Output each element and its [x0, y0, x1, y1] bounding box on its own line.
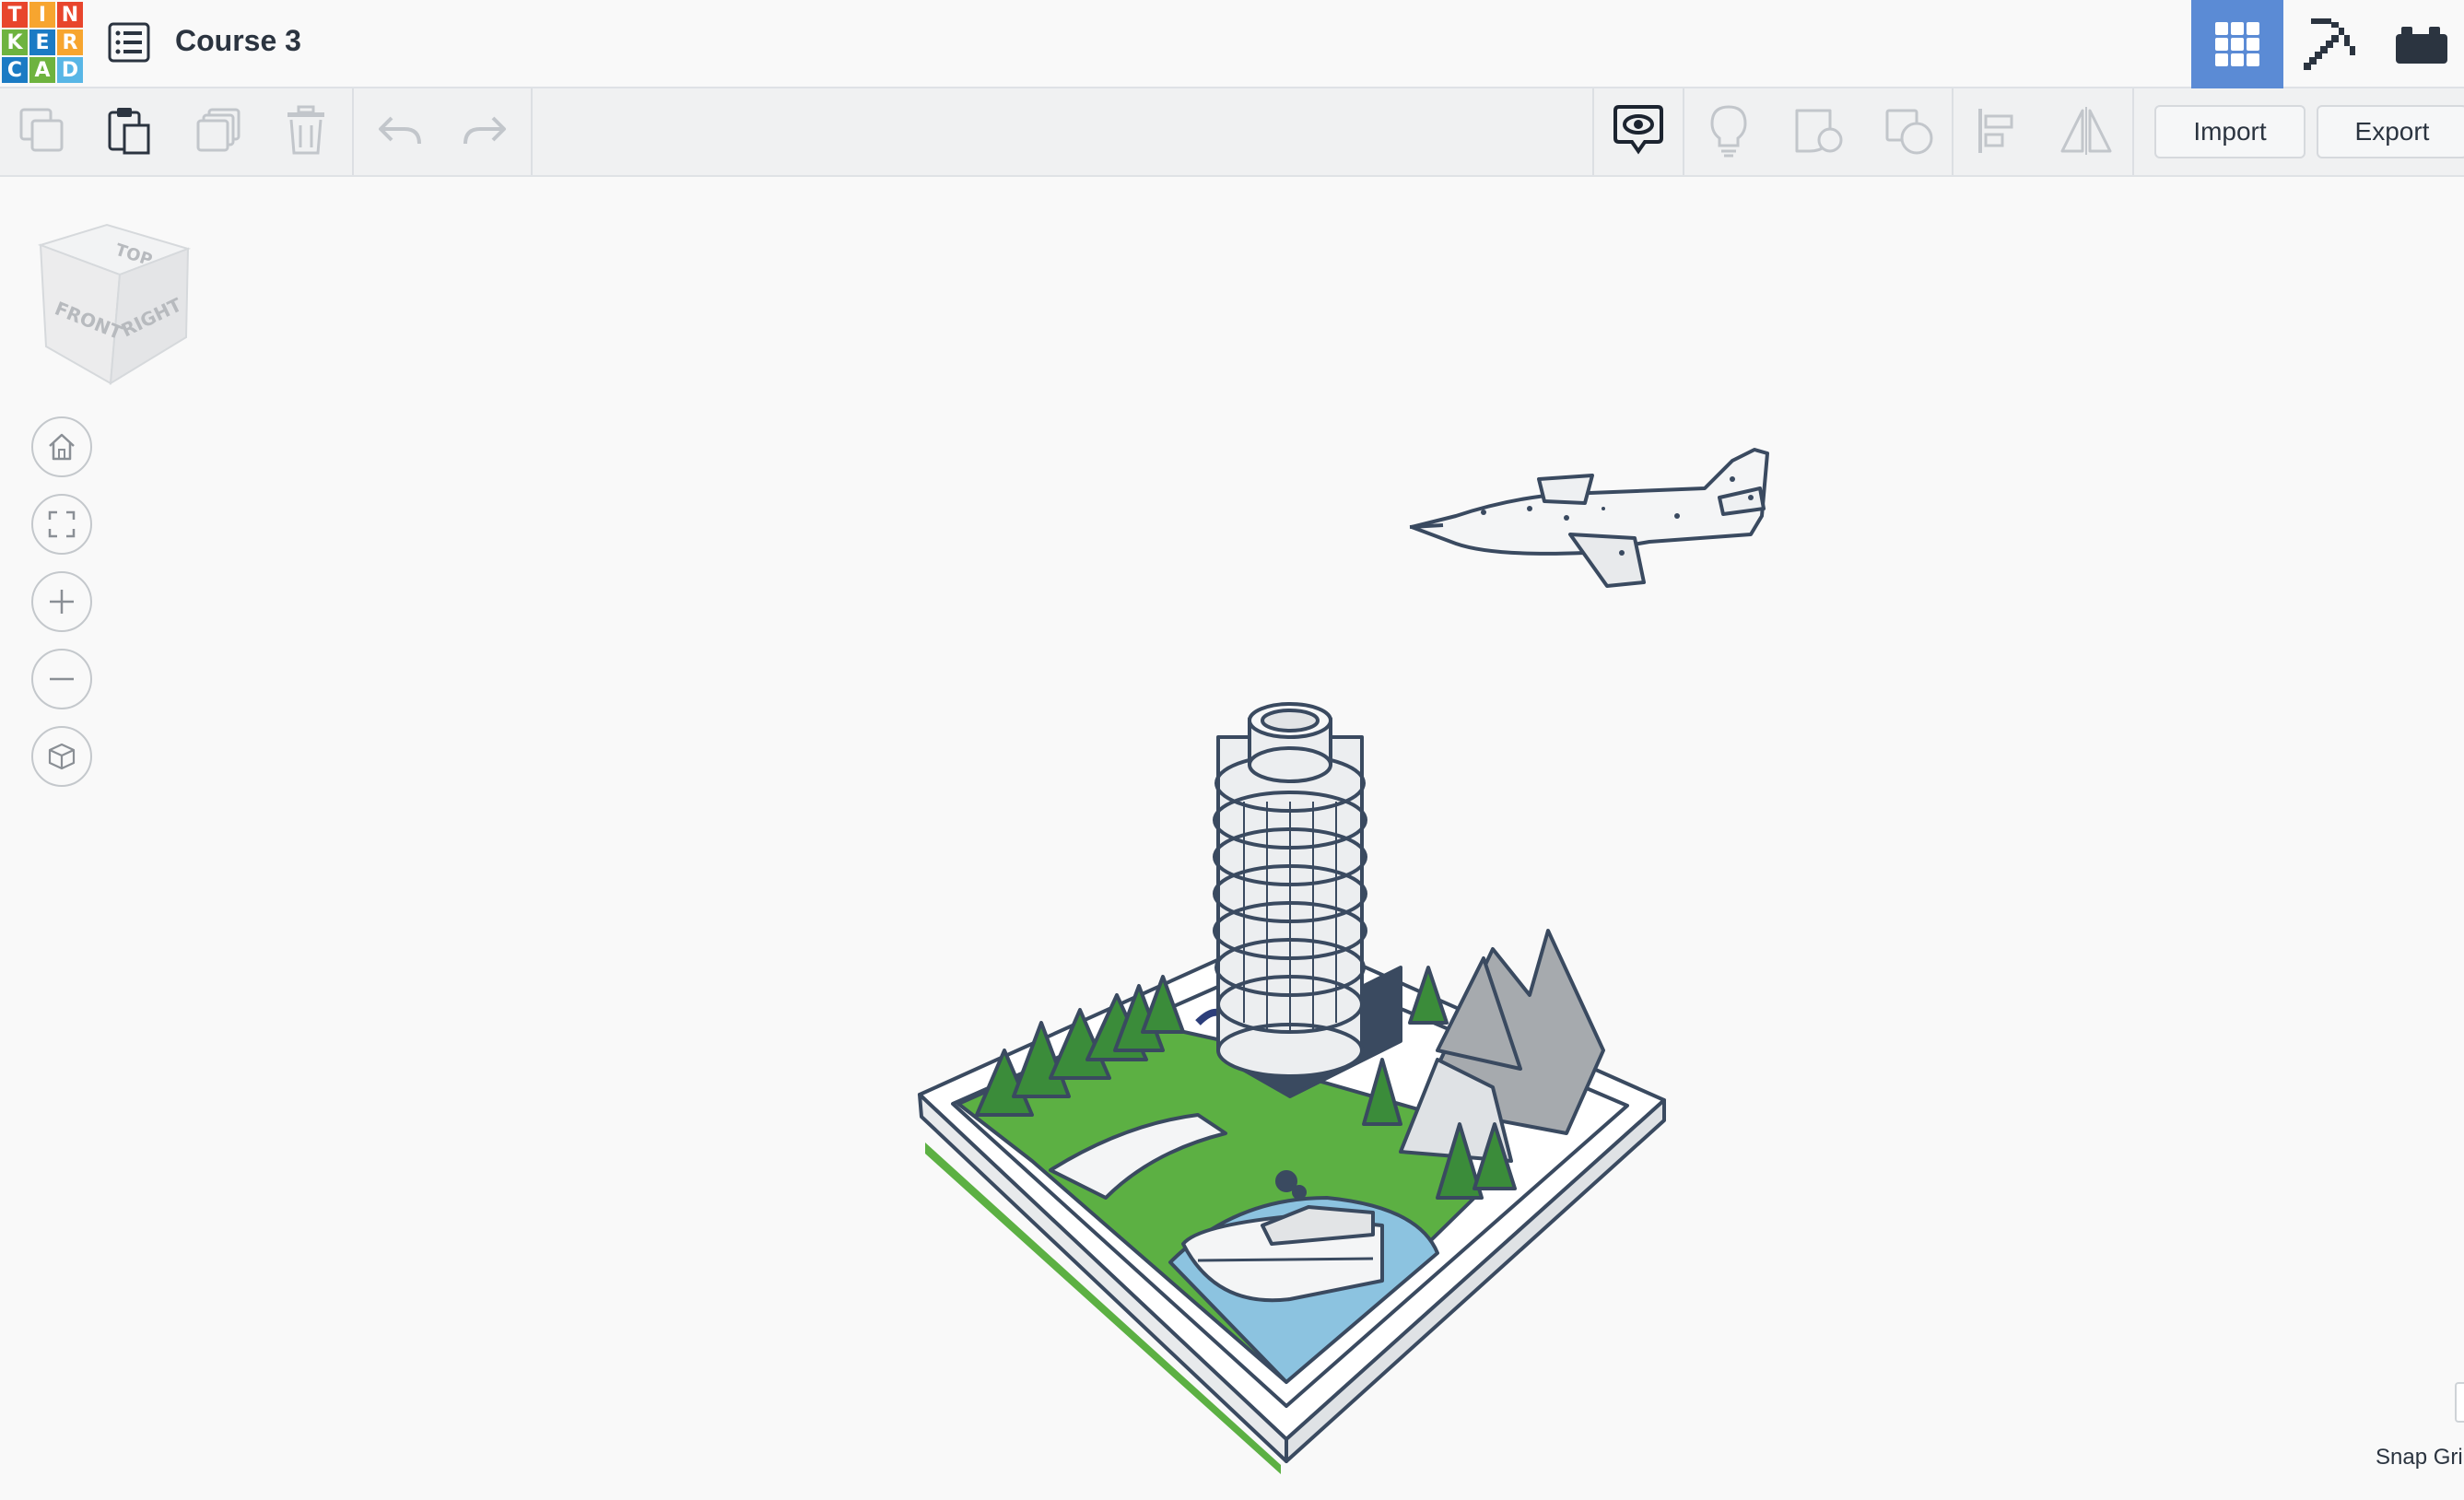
- paste-button[interactable]: [100, 101, 158, 160]
- show-all-button[interactable]: [1609, 101, 1668, 160]
- blocks-view-button[interactable]: [2283, 0, 2376, 88]
- bricks-view-button[interactable]: [2376, 0, 2464, 88]
- export-button[interactable]: Export: [2317, 105, 2464, 158]
- 3d-design-view-button[interactable]: [2191, 0, 2283, 88]
- paste-icon: [108, 108, 150, 155]
- undo-button[interactable]: [370, 101, 429, 160]
- pickaxe-icon: [2304, 18, 2355, 70]
- delete-button[interactable]: [276, 101, 335, 160]
- logo-letter-tile: I: [29, 2, 55, 28]
- tinkercad-logo[interactable]: TIN KER CAD: [2, 2, 83, 83]
- toolbar-separator: [352, 88, 354, 175]
- brick-icon: [2396, 27, 2447, 64]
- copy-button[interactable]: [13, 101, 72, 160]
- diorama-model[interactable]: [918, 702, 1666, 1474]
- import-button[interactable]: Import: [2154, 105, 2306, 158]
- toolbar-separator: [2132, 88, 2134, 175]
- list-icon[interactable]: [108, 22, 150, 63]
- design-title[interactable]: Course 3: [175, 24, 301, 58]
- logo-letter-tile: R: [57, 29, 83, 55]
- duplicate-button[interactable]: [190, 101, 249, 160]
- mirror-button[interactable]: [2057, 101, 2116, 160]
- lightbulb-button[interactable]: [1699, 101, 1758, 160]
- workplane-viewport[interactable]: [0, 177, 2464, 1500]
- show-all-icon: [1613, 105, 1663, 155]
- toolbar-separator: [531, 88, 533, 175]
- group-icon: [1795, 109, 1843, 153]
- align-button[interactable]: [1968, 101, 2027, 160]
- logo-letter-tile: N: [57, 2, 83, 28]
- delete-icon: [287, 105, 324, 155]
- align-icon: [1978, 109, 2013, 153]
- ungroup-icon: [1885, 109, 1933, 155]
- grid-icon: [2215, 22, 2259, 66]
- redo-button[interactable]: [455, 101, 514, 160]
- logo-letter-tile: D: [57, 57, 83, 83]
- group-button[interactable]: [1789, 101, 1848, 160]
- airplane-model[interactable]: [1409, 448, 1769, 588]
- edit-toolbar: Import Export: [0, 88, 2464, 177]
- snap-grid-label[interactable]: Snap Gri: [2376, 1445, 2463, 1471]
- ungroup-button[interactable]: [1880, 101, 1939, 160]
- logo-letter-tile: T: [2, 2, 28, 28]
- mirror-icon: [2060, 107, 2112, 155]
- undo-icon: [379, 116, 421, 145]
- toolbar-separator: [1592, 88, 1594, 175]
- toolbar-separator: [1683, 88, 1684, 175]
- logo-letter-tile: K: [2, 29, 28, 55]
- copy-icon: [19, 108, 64, 152]
- logo-letter-tile: E: [29, 29, 55, 55]
- logo-letter-tile: C: [2, 57, 28, 83]
- redo-icon: [463, 116, 506, 145]
- lightbulb-icon: [1710, 105, 1747, 158]
- duplicate-icon: [196, 108, 241, 152]
- logo-letter-tile: A: [29, 57, 55, 83]
- settings-panel-tab[interactable]: [2455, 1382, 2464, 1423]
- top-bar: TIN KER CAD Course 3: [0, 0, 2464, 88]
- toolbar-separator: [1952, 88, 1954, 175]
